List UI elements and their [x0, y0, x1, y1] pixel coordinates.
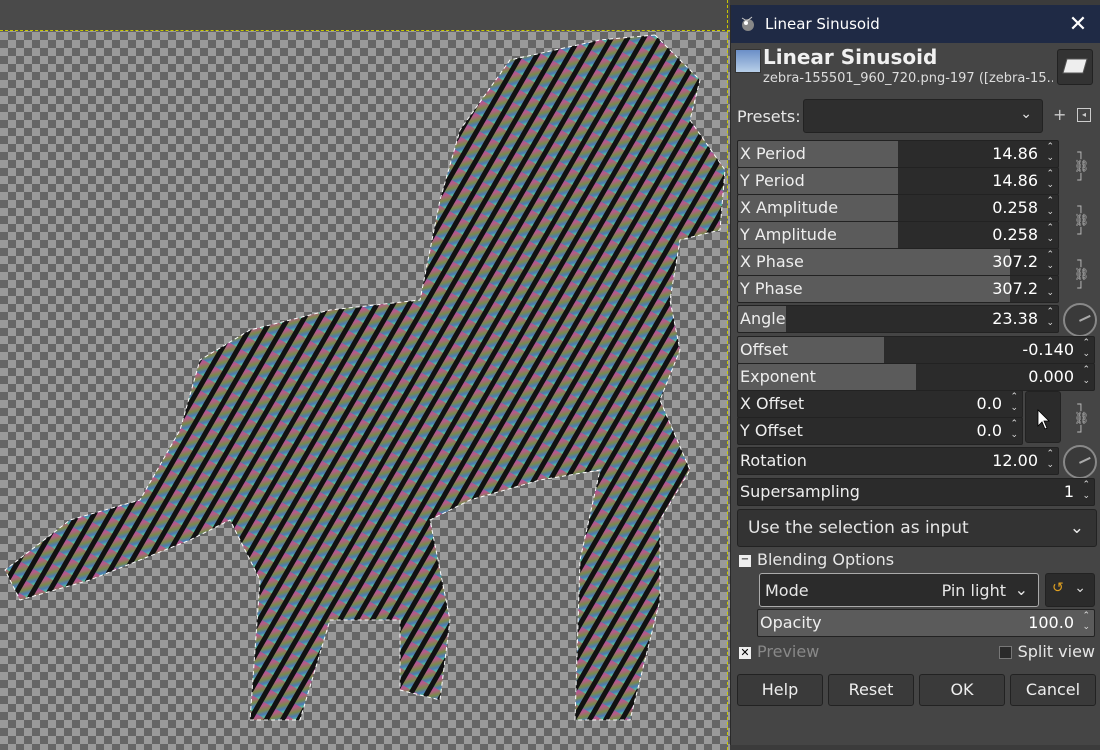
blending-options-expander[interactable]: − Blending Options — [739, 550, 894, 569]
angle-field[interactable]: Angle 23.38 ⌃ ⌄ — [737, 305, 1059, 333]
spin-arrows-icon[interactable]: ⌃ ⌄ — [1082, 611, 1090, 633]
preset-menu-icon[interactable]: ◂ — [1077, 108, 1091, 122]
chevron-down-icon: ⌄ — [1074, 580, 1086, 596]
spin-arrows-icon[interactable]: ⌃ ⌄ — [1082, 480, 1090, 502]
reset-rotate-icon: ↺ — [1052, 580, 1064, 596]
supersampling-field[interactable]: Supersampling 1 ⌃ ⌄ — [737, 478, 1095, 506]
dialog-buttons: Help Reset OK Cancel — [737, 674, 1096, 706]
y-period-field[interactable]: Y Period 14.86 ⌃ ⌄ — [737, 167, 1059, 195]
spin-arrows-icon[interactable]: ⌃ ⌄ — [1010, 419, 1018, 441]
presets-combo[interactable]: ⌄ — [803, 99, 1043, 133]
spin-arrows-icon[interactable]: ⌃ ⌄ — [1046, 449, 1054, 471]
spin-arrows-icon[interactable]: ⌃ ⌄ — [1082, 338, 1090, 360]
composite-mode-button[interactable]: ↺ ⌄ — [1045, 573, 1095, 607]
filter-thumbnail-icon[interactable] — [1057, 49, 1093, 85]
close-icon[interactable]: ✕ — [1065, 11, 1091, 37]
angle-dial-icon[interactable] — [1063, 303, 1097, 337]
collapse-icon: − — [739, 553, 751, 567]
chevron-down-icon: ⌄ — [1014, 580, 1028, 599]
x-amplitude-field[interactable]: X Amplitude 0.258 ⌃ ⌄ — [737, 194, 1059, 222]
split-view-checkbox[interactable]: Split view — [998, 642, 1095, 661]
spin-arrows-icon[interactable]: ⌃ ⌄ — [1046, 277, 1054, 299]
gimp-wilber-icon — [741, 16, 754, 31]
help-button[interactable]: Help — [737, 674, 823, 706]
spin-arrows-icon[interactable]: ⌃ ⌄ — [1010, 392, 1018, 414]
y-amplitude-field[interactable]: Y Amplitude 0.258 ⌃ ⌄ — [737, 221, 1059, 249]
chain-link-icon[interactable]: ┐ ⛓ ┘ — [1074, 253, 1089, 295]
zebra-image — [4, 34, 726, 721]
filter-name: Linear Sinusoid — [763, 45, 938, 69]
spin-arrows-icon[interactable]: ⌃ ⌄ — [1082, 365, 1090, 387]
exponent-field[interactable]: Exponent 0.000 ⌃ ⌄ — [737, 363, 1095, 391]
selection-input-combo[interactable]: Use the selection as input ⌄ — [737, 509, 1097, 547]
image-subtitle: zebra-155501_960_720.png-197 ([zebra-15.… — [763, 71, 1053, 86]
preview-checkbox[interactable]: ✕ Preview — [739, 642, 819, 661]
spin-arrows-icon[interactable]: ⌃ ⌄ — [1046, 169, 1054, 191]
chevron-down-icon: ⌄ — [1020, 106, 1032, 122]
spin-arrows-icon[interactable]: ⌃ ⌄ — [1046, 250, 1054, 272]
checkbox-icon: ✕ — [739, 645, 751, 659]
opacity-field[interactable]: Opacity 100.0 ⌃ ⌄ — [757, 609, 1095, 637]
blend-mode-combo[interactable]: Mode Pin light ⌄ — [759, 573, 1039, 607]
pointer-pick-icon[interactable] — [1025, 391, 1061, 443]
chain-link-icon[interactable]: ┐ ⛓ ┘ — [1074, 397, 1089, 439]
spin-arrows-icon[interactable]: ⌃ ⌄ — [1046, 307, 1054, 329]
chevron-down-icon: ⌄ — [1069, 518, 1084, 538]
filter-icon — [735, 49, 761, 73]
reset-button[interactable]: Reset — [828, 674, 914, 706]
checkbox-icon — [998, 646, 1012, 659]
chain-link-icon[interactable]: ┐ ⛓ ┘ — [1074, 145, 1089, 187]
presets-label: Presets: — [737, 107, 801, 126]
spin-arrows-icon[interactable]: ⌃ ⌄ — [1046, 142, 1054, 164]
y-offset-field[interactable]: Y Offset 0.0 ⌃ ⌄ — [737, 417, 1023, 445]
add-preset-icon[interactable]: + — [1053, 105, 1066, 124]
x-phase-field[interactable]: X Phase 307.2 ⌃ ⌄ — [737, 248, 1059, 276]
chain-link-icon[interactable]: ┐ ⛓ ┘ — [1074, 199, 1089, 241]
spin-arrows-icon[interactable]: ⌃ ⌄ — [1046, 196, 1054, 218]
presets-row: Presets: ⌄ + ◂ — [737, 99, 1099, 133]
x-offset-field[interactable]: X Offset 0.0 ⌃ ⌄ — [737, 390, 1023, 418]
ok-button[interactable]: OK — [919, 674, 1005, 706]
offset-field[interactable]: Offset -0.140 ⌃ ⌄ — [737, 336, 1095, 364]
cancel-button[interactable]: Cancel — [1010, 674, 1096, 706]
dialog-titlebar[interactable]: Linear Sinusoid ✕ — [731, 5, 1100, 43]
filter-header: Linear Sinusoid zebra-155501_960_720.png… — [731, 43, 1100, 87]
rotation-field[interactable]: Rotation 12.00 ⌃ ⌄ — [737, 447, 1059, 475]
image-canvas[interactable] — [0, 0, 730, 750]
y-phase-field[interactable]: Y Phase 307.2 ⌃ ⌄ — [737, 275, 1059, 303]
rotation-dial-icon[interactable] — [1063, 445, 1097, 479]
spin-arrows-icon[interactable]: ⌃ ⌄ — [1046, 223, 1054, 245]
window-title: Linear Sinusoid — [765, 15, 880, 33]
x-period-field[interactable]: X Period 14.86 ⌃ ⌄ — [737, 140, 1059, 168]
linear-sinusoid-dialog: Linear Sinusoid ✕ Linear Sinusoid zebra-… — [730, 5, 1100, 745]
